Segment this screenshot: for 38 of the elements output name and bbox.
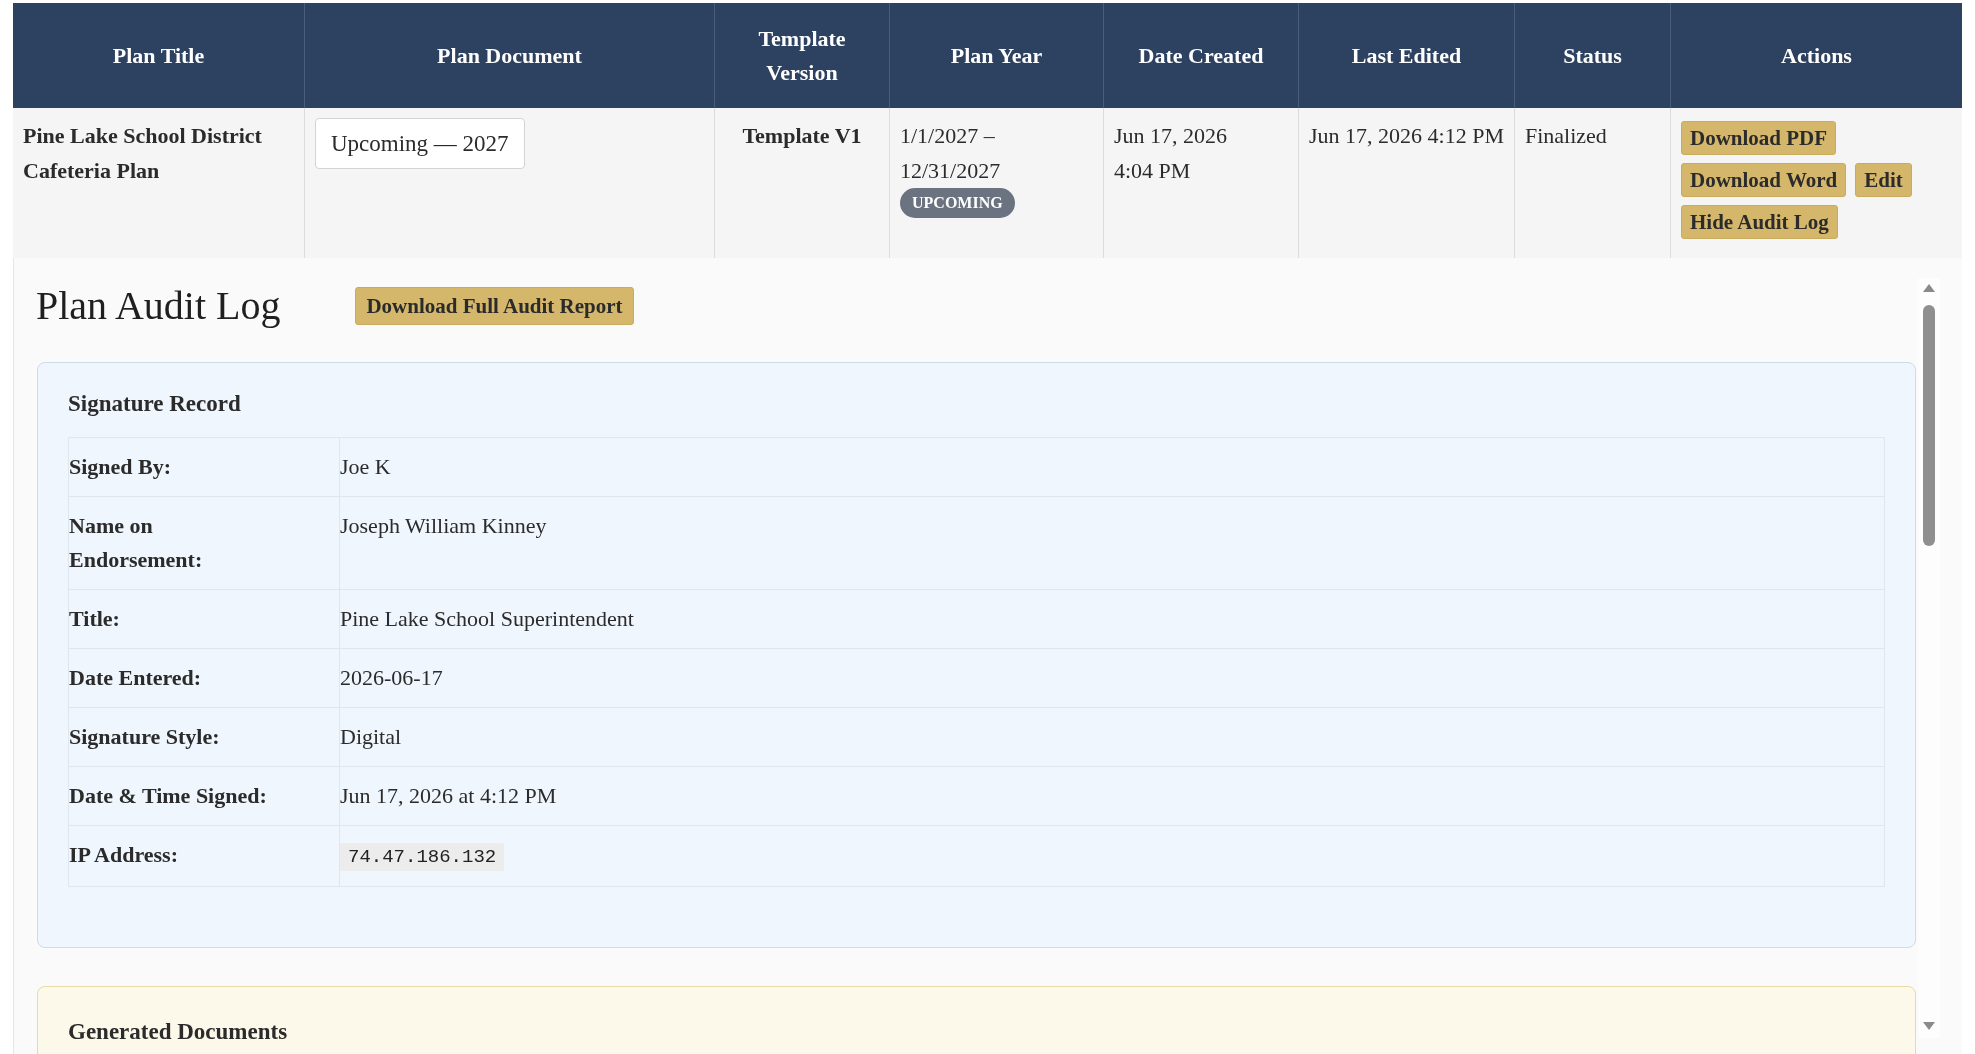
- download-report-button[interactable]: Download Full Audit Report: [355, 287, 634, 325]
- field-label: Date Entered:: [69, 664, 203, 692]
- field-label: Name on Endorsement:: [69, 512, 204, 574]
- field-value: Digital: [340, 724, 402, 749]
- card-title: Generated Documents: [68, 1018, 289, 1046]
- audit-log-title: Plan Audit Log: [36, 282, 281, 330]
- action-button[interactable]: Download PDF: [1681, 121, 1837, 155]
- column-header: Date Created: [1138, 41, 1264, 70]
- plan-year: 1/1/2027 – 12/31/2027: [900, 122, 1002, 185]
- field-label: Title:: [69, 605, 121, 633]
- column-header: Plan Document: [437, 41, 582, 70]
- date-created: Jun 17, 2026 4:04 PM: [1114, 122, 1229, 185]
- ip-address-value: 74.47.186.132: [340, 843, 505, 871]
- action-button[interactable]: Edit: [1855, 163, 1912, 197]
- column-header: Status: [1563, 41, 1622, 70]
- last-edited: Jun 17, 2026 4:12 PM: [1309, 122, 1504, 150]
- plan-document-button[interactable]: Upcoming — 2027: [315, 118, 525, 169]
- field-label: Signature Style:: [69, 723, 221, 751]
- column-header: Plan Year: [950, 41, 1043, 70]
- card-title: Signature Record: [68, 390, 242, 418]
- field-label: IP Address:: [69, 841, 179, 869]
- field-label: Signed By:: [69, 453, 173, 481]
- action-button[interactable]: Download Word: [1681, 163, 1847, 197]
- column-header: Template Version: [757, 24, 847, 87]
- field-value: Joe K: [340, 454, 391, 479]
- template-version: Template V1: [741, 122, 863, 150]
- field-value: 2026-06-17: [340, 665, 443, 690]
- column-header: Last Edited: [1351, 41, 1462, 70]
- action-button[interactable]: Hide Audit Log: [1681, 205, 1838, 239]
- column-header: Plan Title: [112, 41, 205, 70]
- column-header: Actions: [1781, 41, 1852, 70]
- status-badge: UPCOMING: [900, 188, 1015, 218]
- plan-title: Pine Lake School District Cafeteria Plan: [23, 122, 263, 185]
- field-value: Pine Lake School Superintendent: [340, 606, 634, 631]
- status-text: Finalized: [1525, 123, 1607, 148]
- field-label: Date & Time Signed:: [69, 782, 268, 810]
- field-value: Jun 17, 2026 at 4:12 PM: [340, 783, 557, 808]
- field-value: Joseph William Kinney: [340, 513, 547, 538]
